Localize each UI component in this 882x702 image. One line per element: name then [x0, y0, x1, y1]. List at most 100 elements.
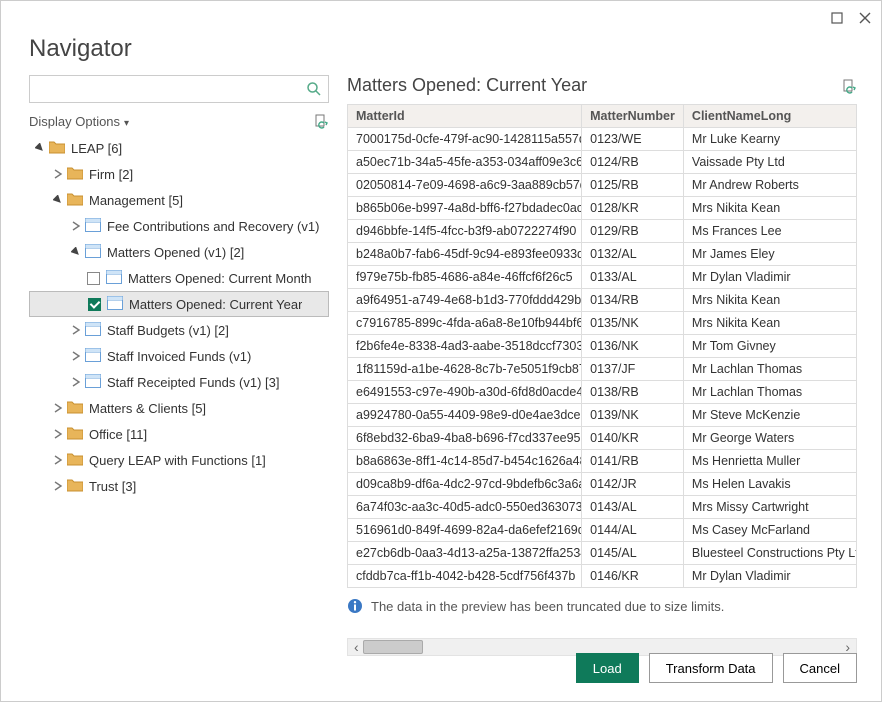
table-row[interactable]: d946bbfe-14f5-4fcc-b3f9-ab0722274f900129…	[348, 220, 857, 243]
chevron-down-icon[interactable]	[51, 193, 65, 207]
chevron-right-icon[interactable]	[69, 375, 83, 389]
load-button[interactable]: Load	[576, 653, 639, 683]
table-row[interactable]: d09ca8b9-df6a-4dc2-97cd-9bdefb6c3a6a0142…	[348, 473, 857, 496]
table-row[interactable]: cfddb7ca-ff1b-4042-b428-5cdf756f437b0146…	[348, 565, 857, 588]
tree-node-staff-budgets[interactable]: Staff Budgets (v1) [2]	[29, 317, 329, 343]
chevron-right-icon[interactable]	[51, 479, 65, 493]
folder-icon	[67, 192, 83, 208]
table-icon	[85, 244, 101, 260]
cell: 0141/RB	[582, 450, 684, 473]
refresh-icon[interactable]	[313, 113, 329, 129]
table-icon	[85, 322, 101, 338]
maximize-icon[interactable]	[829, 10, 845, 26]
tree-node-staff-receipted[interactable]: Staff Receipted Funds (v1) [3]	[29, 369, 329, 395]
tree: LEAP [6] Firm [2] Management [5]	[29, 135, 329, 499]
table-row[interactable]: 02050814-7e09-4698-a6c9-3aa889cb57da0125…	[348, 174, 857, 197]
col-header-clientnamelong[interactable]: ClientNameLong	[683, 105, 856, 128]
cell: Mr Tom Givney	[683, 335, 856, 358]
cell: b248a0b7-fab6-45df-9c94-e893fee0933d	[348, 243, 582, 266]
checkbox[interactable]	[87, 272, 100, 285]
cell: Mr James Eley	[683, 243, 856, 266]
tree-node-trust[interactable]: Trust [3]	[29, 473, 329, 499]
table-icon	[85, 374, 101, 390]
close-icon[interactable]	[857, 10, 873, 26]
cell: Mr Lachlan Thomas	[683, 381, 856, 404]
tree-node-mo-current-year[interactable]: Matters Opened: Current Year	[29, 291, 329, 317]
table-row[interactable]: e27cb6db-0aa3-4d13-a25a-13872ffa25340145…	[348, 542, 857, 565]
cell: f2b6fe4e-8338-4ad3-aabe-3518dccf7303	[348, 335, 582, 358]
table-row[interactable]: 6a74f03c-aa3c-40d5-adc0-550ed36307310143…	[348, 496, 857, 519]
tree-node-mo-current-month[interactable]: Matters Opened: Current Month	[29, 265, 329, 291]
search-icon[interactable]	[306, 81, 322, 97]
tree-node-office[interactable]: Office [11]	[29, 421, 329, 447]
tree-node-root[interactable]: LEAP [6]	[29, 135, 329, 161]
tree-node-staff-invoiced[interactable]: Staff Invoiced Funds (v1)	[29, 343, 329, 369]
chevron-down-icon[interactable]	[33, 141, 47, 155]
folder-icon	[67, 400, 83, 416]
cell: Mrs Nikita Kean	[683, 197, 856, 220]
cell: Ms Helen Lavakis	[683, 473, 856, 496]
cell: e27cb6db-0aa3-4d13-a25a-13872ffa2534	[348, 542, 582, 565]
cell: b8a6863e-8ff1-4c14-85d7-b454c1626a48	[348, 450, 582, 473]
table-row[interactable]: 6f8ebd32-6ba9-4ba8-b696-f7cd337ee9560140…	[348, 427, 857, 450]
cell: 7000175d-0cfe-479f-ac90-1428115a557d	[348, 128, 582, 151]
chevron-right-icon[interactable]	[51, 167, 65, 181]
table-row[interactable]: a9924780-0a55-4409-98e9-d0e4ae3dce1b0139…	[348, 404, 857, 427]
table-row[interactable]: 1f81159d-a1be-4628-8c7b-7e5051f9cb870137…	[348, 358, 857, 381]
cell: 0136/NK	[582, 335, 684, 358]
tree-node-matters-clients[interactable]: Matters & Clients [5]	[29, 395, 329, 421]
tree-node-query-leap[interactable]: Query LEAP with Functions [1]	[29, 447, 329, 473]
cell: Mrs Nikita Kean	[683, 312, 856, 335]
tree-node-fee-contributions[interactable]: Fee Contributions and Recovery (v1)	[29, 213, 329, 239]
chevron-right-icon[interactable]	[51, 401, 65, 415]
cell: Vaissade Pty Ltd	[683, 151, 856, 174]
search-input[interactable]	[36, 81, 306, 98]
cell: 0144/AL	[582, 519, 684, 542]
page-title: Navigator	[29, 35, 857, 63]
col-header-matterid[interactable]: MatterId	[348, 105, 582, 128]
chevron-down-icon[interactable]	[69, 245, 83, 259]
cell: 516961d0-849f-4699-82a4-da6efef2169d	[348, 519, 582, 542]
cell: 0145/AL	[582, 542, 684, 565]
table-row[interactable]: b865b06e-b997-4a8d-bff6-f27bdadec0ac0128…	[348, 197, 857, 220]
chevron-right-icon[interactable]	[69, 219, 83, 233]
footer: Load Transform Data Cancel	[1, 641, 881, 701]
table-row[interactable]: b248a0b7-fab6-45df-9c94-e893fee0933d0132…	[348, 243, 857, 266]
table-row[interactable]: c7916785-899c-4fda-a6a8-8e10fb944bf60135…	[348, 312, 857, 335]
table-row[interactable]: f979e75b-fb85-4686-a84e-46ffcf6f26c50133…	[348, 266, 857, 289]
cell: Mr Dylan Vladimir	[683, 266, 856, 289]
tree-node-firm[interactable]: Firm [2]	[29, 161, 329, 187]
cell: 1f81159d-a1be-4628-8c7b-7e5051f9cb87	[348, 358, 582, 381]
table-icon	[106, 270, 122, 286]
table-row[interactable]: 7000175d-0cfe-479f-ac90-1428115a557d0123…	[348, 128, 857, 151]
cell: 0140/KR	[582, 427, 684, 450]
table-row[interactable]: 516961d0-849f-4699-82a4-da6efef2169d0144…	[348, 519, 857, 542]
chevron-right-icon[interactable]	[69, 349, 83, 363]
table-row[interactable]: b8a6863e-8ff1-4c14-85d7-b454c1626a480141…	[348, 450, 857, 473]
table-row[interactable]: f2b6fe4e-8338-4ad3-aabe-3518dccf73030136…	[348, 335, 857, 358]
info-row: The data in the preview has been truncat…	[347, 598, 857, 614]
chevron-right-icon[interactable]	[51, 427, 65, 441]
cell: 0146/KR	[582, 565, 684, 588]
chevron-right-icon[interactable]	[69, 323, 83, 337]
col-header-matternumber[interactable]: MatterNumber	[582, 105, 684, 128]
cell: Mr Andrew Roberts	[683, 174, 856, 197]
table-row[interactable]: a9f64951-a749-4e68-b1d3-770fddd429b80134…	[348, 289, 857, 312]
tree-node-management[interactable]: Management [5]	[29, 187, 329, 213]
tree-node-matters-opened[interactable]: Matters Opened (v1) [2]	[29, 239, 329, 265]
cell: e6491553-c97e-490b-a30d-6fd8d0acde4c	[348, 381, 582, 404]
page-refresh-icon[interactable]	[841, 78, 857, 94]
cell: Mr Lachlan Thomas	[683, 358, 856, 381]
display-options-button[interactable]: Display Options▾	[29, 114, 129, 129]
table-row[interactable]: a50ec71b-34a5-45fe-a353-034aff09e3c60124…	[348, 151, 857, 174]
info-icon	[347, 598, 363, 614]
search-box[interactable]	[29, 75, 329, 103]
cancel-button[interactable]: Cancel	[783, 653, 857, 683]
cell: Mrs Nikita Kean	[683, 289, 856, 312]
cell: Mr Steve McKenzie	[683, 404, 856, 427]
transform-data-button[interactable]: Transform Data	[649, 653, 773, 683]
chevron-right-icon[interactable]	[51, 453, 65, 467]
table-row[interactable]: e6491553-c97e-490b-a30d-6fd8d0acde4c0138…	[348, 381, 857, 404]
cell: b865b06e-b997-4a8d-bff6-f27bdadec0ac	[348, 197, 582, 220]
checkbox-checked[interactable]	[88, 298, 101, 311]
